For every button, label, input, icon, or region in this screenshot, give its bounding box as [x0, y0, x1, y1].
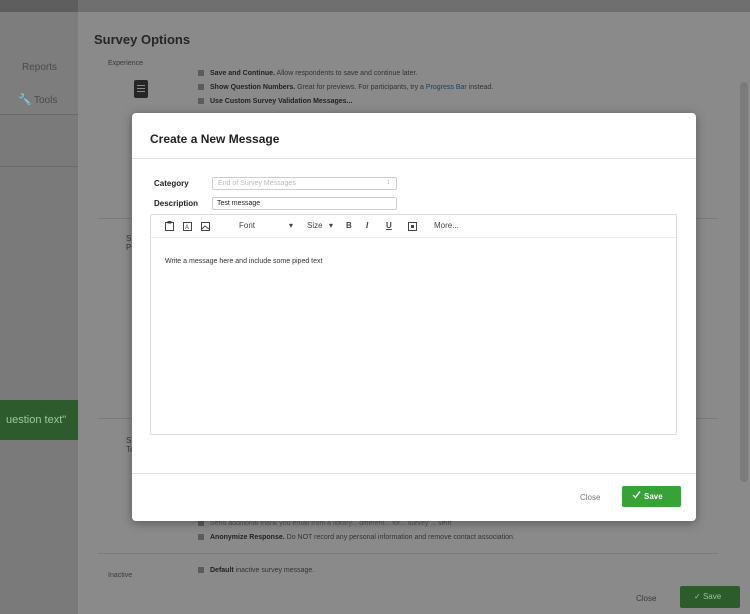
- question-text-banner: uestion text": [0, 400, 78, 440]
- divider: [98, 553, 718, 554]
- divider: [132, 473, 696, 474]
- option-desc: Great for previews. For participants, tr…: [295, 84, 426, 91]
- option-desc-after: instead.: [466, 84, 494, 91]
- option-desc: Send additional thank you email from a l…: [210, 520, 452, 527]
- select-caret-icon: ↕: [386, 179, 391, 186]
- message-editor[interactable]: A Font ▾ Size ▾ B I U More... Write a me…: [150, 214, 677, 435]
- app-background: Reports 🔧 Tools uestion text": [0, 0, 78, 614]
- option-desc: Allow respondents to save and continue l…: [274, 70, 418, 77]
- clipboard-icon: [134, 80, 148, 98]
- description-label: Description: [154, 199, 199, 208]
- category-value: End of Survey Messages: [218, 180, 296, 187]
- app-top-bar: [0, 0, 78, 12]
- editor-toolbar: A Font ▾ Size ▾ B I U More...: [151, 215, 676, 238]
- inactive-label: Inactive: [108, 572, 133, 579]
- save-label: Save: [644, 492, 663, 501]
- option-title: Save and Continue.: [210, 70, 275, 77]
- nav-reports[interactable]: Reports: [22, 62, 57, 73]
- save-button[interactable]: Save: [622, 486, 681, 507]
- svg-text:A: A: [185, 225, 189, 231]
- option-title: Show Question Numbers.: [210, 84, 296, 91]
- option-desc: Do NOT record any personal information a…: [284, 534, 515, 541]
- option-desc: inactive survey message.: [233, 567, 315, 574]
- create-message-dialog: Create a New Message Category End of Sur…: [132, 113, 696, 521]
- section-label-part: S: [126, 436, 132, 445]
- option-question-numbers[interactable]: Show Question Numbers. Great for preview…: [198, 84, 493, 91]
- radio[interactable]: [198, 567, 204, 574]
- survey-options-title: Survey Options: [94, 32, 191, 47]
- dialog-title: Create a New Message: [150, 132, 280, 146]
- paste-icon[interactable]: [165, 221, 174, 231]
- piped-text-icon[interactable]: [408, 221, 417, 231]
- font-dropdown[interactable]: Font: [239, 221, 255, 230]
- section-label-part: S: [126, 234, 132, 243]
- description-input[interactable]: Test message: [212, 197, 397, 210]
- checkbox[interactable]: [198, 98, 204, 105]
- underline-button[interactable]: U: [386, 221, 392, 230]
- paste-text-icon[interactable]: A: [183, 221, 192, 231]
- close-button[interactable]: Close: [580, 493, 600, 502]
- checkbox[interactable]: [198, 520, 204, 527]
- editor-content[interactable]: Write a message here and include some pi…: [165, 258, 322, 265]
- nav-tools[interactable]: Tools: [34, 95, 57, 106]
- option-additional-email[interactable]: Send additional thank you email from a l…: [198, 520, 451, 527]
- category-select[interactable]: End of Survey Messages ↕: [212, 177, 397, 190]
- option-save-continue[interactable]: Save and Continue. Allow respondents to …: [198, 70, 417, 77]
- checkbox[interactable]: [198, 534, 204, 541]
- divider: [0, 166, 78, 167]
- more-button[interactable]: More...: [434, 221, 459, 230]
- panel-save-button[interactable]: ✓ Save: [680, 586, 740, 608]
- image-icon[interactable]: [201, 221, 210, 231]
- italic-button[interactable]: I: [366, 221, 368, 230]
- checkmark-icon: [632, 491, 641, 499]
- progress-bar-link[interactable]: Progress Bar: [426, 84, 467, 91]
- checkbox[interactable]: [198, 70, 204, 77]
- option-title: Default: [210, 567, 234, 574]
- size-dropdown-caret-icon[interactable]: ▾: [329, 221, 333, 230]
- option-custom-validation[interactable]: Use Custom Survey Validation Messages...: [198, 98, 352, 105]
- checkbox[interactable]: [198, 84, 204, 91]
- divider: [132, 158, 696, 159]
- font-dropdown-caret-icon[interactable]: ▾: [289, 221, 293, 230]
- option-inactive-default[interactable]: Default inactive survey message.: [198, 567, 314, 574]
- scrollbar[interactable]: [740, 82, 748, 482]
- panel-close-button[interactable]: Close: [636, 594, 656, 603]
- save-label: Save: [702, 592, 722, 601]
- category-label: Category: [154, 179, 189, 188]
- divider: [0, 114, 78, 115]
- size-dropdown[interactable]: Size: [307, 221, 323, 230]
- option-anonymize[interactable]: Anonymize Response. Do NOT record any pe…: [198, 534, 515, 541]
- option-title: Use Custom Survey Validation Messages...: [210, 98, 353, 105]
- wrench-icon: 🔧: [18, 94, 32, 106]
- experience-label: Experience: [108, 60, 144, 67]
- option-title: Anonymize Response.: [210, 534, 285, 541]
- bold-button[interactable]: B: [346, 221, 352, 230]
